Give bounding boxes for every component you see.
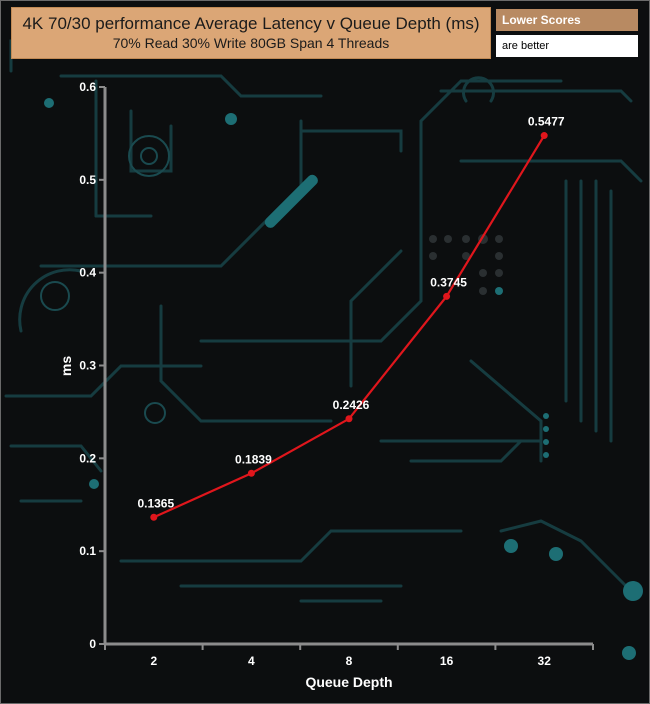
x-tick-label: 16 [440,654,454,668]
data-label: 0.3745 [430,275,467,289]
data-point [247,469,255,477]
series-line [153,134,546,519]
y-tick-label: 0.5 [79,173,96,187]
x-tick-label: 4 [248,654,255,668]
data-point [345,415,353,423]
chart-axes [99,86,594,650]
y-tick-label: 0.6 [79,80,96,94]
x-tick-label: 2 [150,654,157,668]
y-axis-title: ms [58,356,74,376]
data-point [443,292,451,300]
x-tick-labels: 2 4 8 16 32 [150,654,551,668]
data-label: 0.1839 [235,452,272,466]
data-label: 0.5477 [528,115,565,129]
series-line-group [150,132,548,521]
y-tick-label: 0 [89,637,96,651]
chart-frame: 4K 70/30 performance Average Latency v Q… [0,0,650,704]
y-tick-label: 0.2 [79,451,96,465]
y-tick-label: 0.3 [79,359,96,373]
data-point [540,132,548,140]
data-label-group: 0.1365 0.1839 0.2426 0.3745 0.5477 [137,115,564,511]
data-label: 0.2426 [333,398,370,412]
y-tick-labels: 0 0.1 0.2 0.3 0.4 0.5 0.6 [79,80,96,651]
x-axis-title: Queue Depth [305,674,392,690]
x-tick-label: 32 [538,654,552,668]
line-chart: 0 0.1 0.2 0.3 0.4 0.5 0.6 2 4 8 16 32 ms Queue Dep… [58,80,594,690]
data-point [150,513,158,521]
data-label: 0.1365 [137,496,174,510]
y-tick-label: 0.4 [79,266,96,280]
x-tick-label: 8 [346,654,353,668]
y-tick-label: 0.1 [79,544,96,558]
